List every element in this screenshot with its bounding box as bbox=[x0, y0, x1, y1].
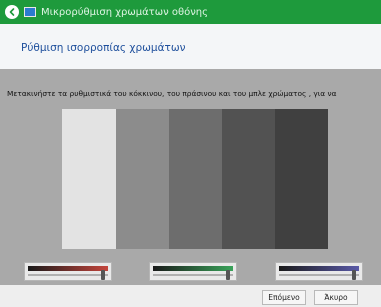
green-track bbox=[153, 274, 233, 276]
page-heading: Ρύθμιση ισορροπίας χρωμάτων bbox=[21, 42, 186, 54]
next-button[interactable]: Επόμενο bbox=[262, 290, 306, 305]
calibration-window: Μικρορύθμιση χρωμάτων οθόνης Ρύθμιση ισο… bbox=[0, 0, 381, 307]
cancel-button[interactable]: Άκυρο bbox=[314, 290, 358, 305]
blue-slider[interactable] bbox=[275, 262, 363, 281]
red-slider[interactable] bbox=[24, 262, 112, 281]
green-slider[interactable] bbox=[149, 262, 237, 281]
blue-slider-thumb[interactable] bbox=[352, 270, 356, 280]
gray-swatch-3 bbox=[169, 109, 222, 249]
back-button[interactable] bbox=[5, 5, 19, 19]
green-gradient bbox=[153, 266, 233, 271]
gray-swatch-4 bbox=[222, 109, 275, 249]
gray-swatch-2 bbox=[116, 109, 169, 249]
header-panel: Ρύθμιση ισορροπίας χρωμάτων bbox=[0, 24, 381, 69]
window-title: Μικρορύθμιση χρωμάτων οθόνης bbox=[41, 6, 208, 18]
color-sliders bbox=[0, 262, 381, 284]
red-track bbox=[28, 274, 108, 276]
blue-gradient bbox=[279, 266, 359, 271]
instruction-text: Μετακινήστε τα ρυθμιστικά του κόκκινου, … bbox=[7, 89, 337, 98]
blue-track bbox=[279, 274, 359, 276]
red-gradient bbox=[28, 266, 108, 271]
red-slider-thumb[interactable] bbox=[101, 270, 105, 280]
title-bar: Μικρορύθμιση χρωμάτων οθόνης bbox=[0, 0, 381, 24]
gray-swatch-1 bbox=[62, 109, 116, 249]
green-slider-thumb[interactable] bbox=[226, 270, 230, 280]
gray-swatches bbox=[62, 109, 328, 249]
gray-swatch-5 bbox=[275, 109, 328, 249]
back-arrow-icon bbox=[9, 8, 15, 16]
footer-bar: Επόμενο Άκυρο bbox=[0, 285, 381, 307]
display-color-icon bbox=[24, 7, 36, 17]
